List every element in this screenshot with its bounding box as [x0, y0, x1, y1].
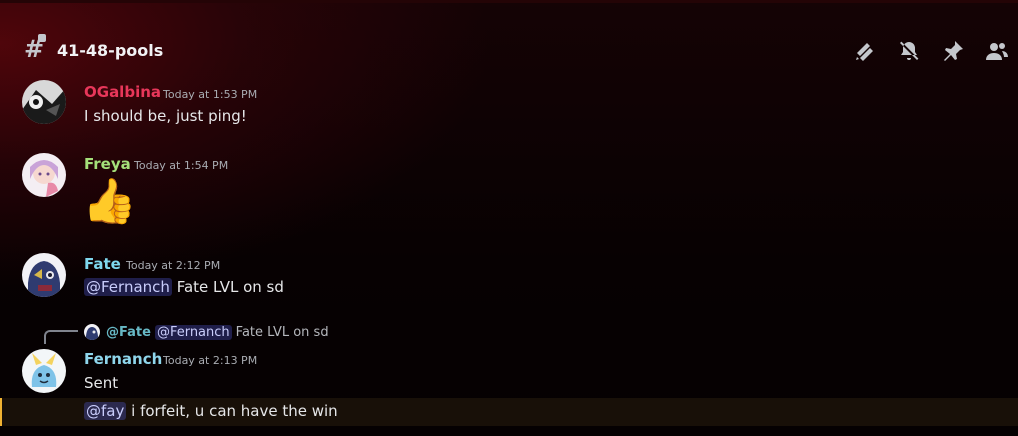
window-top-border: [0, 0, 1018, 3]
message-content: I should be, just ping!: [84, 107, 247, 125]
channel-header: # 41-48-pools: [0, 22, 1018, 78]
avatar[interactable]: [22, 153, 66, 197]
message-text: i forfeit, u can have the win: [131, 402, 338, 420]
username[interactable]: Fernanch: [84, 350, 162, 368]
avatar[interactable]: [22, 80, 66, 124]
username[interactable]: Fate: [84, 255, 121, 273]
channel-name: 41-48-pools: [57, 41, 164, 60]
message-timestamp: Today at 1:54 PM: [134, 159, 229, 172]
message-timestamp: Today at 2:12 PM: [126, 259, 221, 272]
reply-author[interactable]: @Fate: [106, 325, 151, 340]
thumbs-up-emoji: 👍: [82, 176, 137, 227]
header-toolbar: [852, 38, 1010, 64]
message-timestamp: Today at 2:13 PM: [163, 354, 258, 367]
message-content: @Fernanch Fate LVL on sd: [84, 278, 284, 296]
reply-connector: [44, 330, 78, 344]
message-content: @fay i forfeit, u can have the win: [84, 402, 338, 420]
notifications-muted-icon[interactable]: [896, 38, 922, 64]
reply-mention[interactable]: @Fernanch: [154, 324, 232, 340]
avatar[interactable]: [22, 253, 66, 297]
message-timestamp: Today at 1:53 PM: [163, 88, 258, 101]
message-content: Sent: [84, 374, 119, 392]
user-mention[interactable]: @fay: [84, 402, 127, 420]
reply-avatar: [84, 324, 100, 340]
username[interactable]: OGalbina: [84, 83, 161, 101]
locked-channel-icon: #: [24, 34, 46, 63]
reply-text: Fate LVL on sd: [235, 324, 329, 340]
username[interactable]: Freya: [84, 155, 131, 173]
user-mention[interactable]: @Fernanch: [84, 278, 172, 296]
pin-icon[interactable]: [940, 38, 966, 64]
threads-icon[interactable]: [852, 38, 878, 64]
message-text: Fate LVL on sd: [176, 278, 284, 296]
member-list-icon[interactable]: [984, 38, 1010, 64]
reply-preview[interactable]: @Fate @Fernanch Fate LVL on sd: [84, 323, 329, 341]
avatar[interactable]: [22, 349, 66, 393]
